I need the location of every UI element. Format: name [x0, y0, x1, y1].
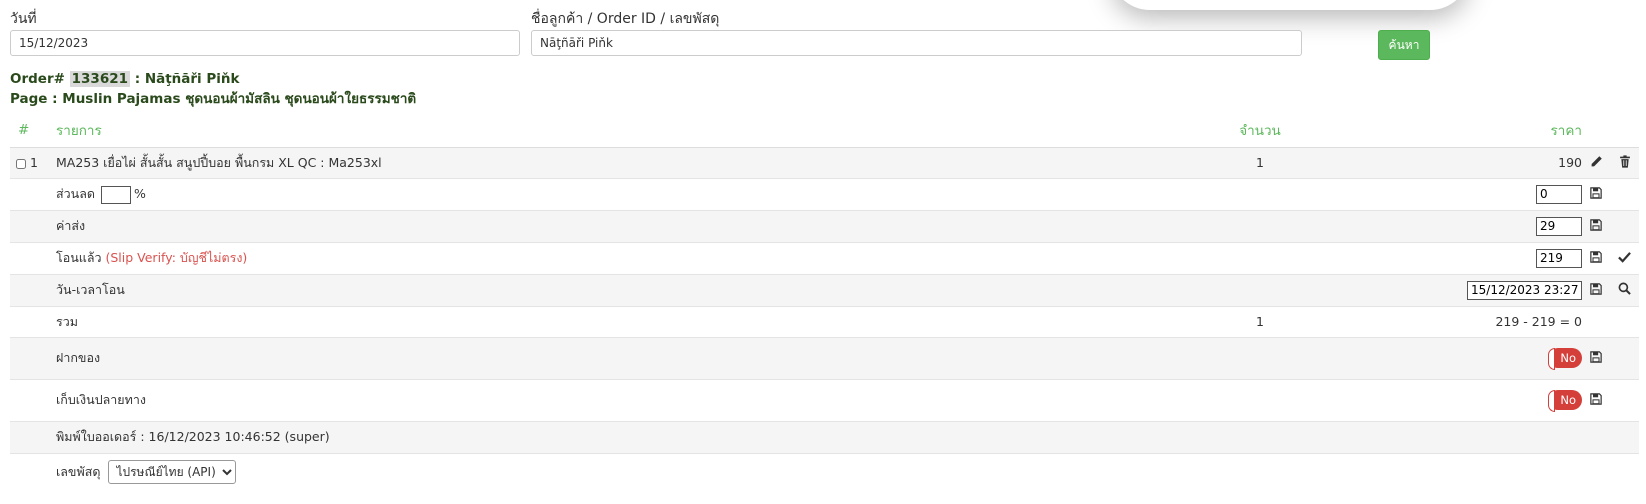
order-page: Page : Muslin Pajamas ชุดนอนผ้ามัสลิน ชุ… [10, 91, 417, 107]
total-value: 219 - 219 = 0 [1495, 314, 1582, 329]
item-qty: 1 [1256, 155, 1264, 170]
customer-label: ชื่อลูกค้า / Order ID / เลขพัสดุ [531, 11, 720, 27]
tracking-carrier-select[interactable]: ไปรษณีย์ไทย (API) [108, 460, 237, 485]
item-index: 1 [30, 155, 38, 170]
table-header: # รายการ จำนวน ราคา [10, 113, 1639, 148]
checkmark-icon[interactable] [1618, 251, 1631, 266]
deposit-toggle[interactable]: No [1548, 348, 1582, 370]
cod-toggle[interactable]: No [1548, 390, 1582, 412]
total-qty: 1 [1256, 314, 1264, 329]
pencil-icon[interactable] [1590, 155, 1603, 171]
table-row-transferred: โอนแล้ว (Slip Verify: บัญชีไม่ตรง) [10, 242, 1639, 274]
search-button[interactable]: ค้นหา [1378, 30, 1430, 60]
discount-label: ส่วนลด [56, 186, 95, 201]
shipping-label: ค่าส่ง [56, 218, 86, 233]
table-row-cod: เก็บเงินปลายทาง No [10, 379, 1639, 421]
table-row-discount: ส่วนลด% [10, 178, 1639, 210]
percent-sign: % [133, 186, 146, 201]
order-customer: : Nāţñāři Piňk [134, 71, 240, 87]
tracking-label: เลขพัสดุ [56, 464, 101, 480]
save-icon[interactable] [1590, 283, 1602, 298]
item-name: MA253 เยื่อไผ่ สั้นสั้น สนูปปี้บอย พื้นก… [56, 154, 382, 170]
save-icon[interactable] [1590, 393, 1602, 408]
save-icon[interactable] [1590, 187, 1602, 202]
deposit-label: ฝากของ [56, 350, 101, 365]
transfer-time-label: วัน-เวลาโอน [56, 282, 125, 297]
save-icon[interactable] [1590, 351, 1602, 366]
order-prefix: Order# [10, 71, 65, 87]
discount-percent-input[interactable] [100, 185, 131, 204]
slip-verify-note: (Slip Verify: บัญชีไม่ตรง) [105, 250, 248, 265]
table-row-printed: พิมพ์ใบออเดอร์ : 16/12/2023 10:46:52 (su… [10, 421, 1639, 453]
save-icon[interactable] [1590, 219, 1602, 234]
header-item: รายการ [56, 113, 1206, 148]
total-label: รวม [56, 313, 78, 329]
customer-search-input[interactable] [531, 30, 1302, 56]
table-row-total: รวม 1 219 - 219 = 0 [10, 306, 1639, 337]
header-num: # [10, 113, 56, 148]
order-id: 133621 [69, 71, 131, 87]
order-title: Order# 133621 : Nāţñāři Piňk [10, 69, 416, 89]
trash-icon[interactable] [1619, 155, 1631, 171]
date-input[interactable] [10, 30, 520, 56]
discount-value-input[interactable] [1536, 184, 1582, 204]
header-price: ราคา [1314, 113, 1582, 148]
table-row-shipping: ค่าส่ง [10, 210, 1639, 242]
printed-info: พิมพ์ใบออเดอร์ : 16/12/2023 10:46:52 (su… [56, 429, 330, 444]
search-icon[interactable] [1618, 282, 1631, 298]
save-icon[interactable] [1590, 251, 1602, 266]
transfer-datetime-input[interactable] [1467, 280, 1582, 300]
date-label: วันที่ [10, 11, 37, 27]
order-items-table: # รายการ จำนวน ราคา 1 MA253 เยื่อไผ่ สั้… [10, 113, 1639, 491]
table-row-deposit: ฝากของ No [10, 337, 1639, 379]
shipping-value-input[interactable] [1536, 216, 1582, 236]
header-spacer-1 [1582, 113, 1610, 148]
table-row-transfer-time: วัน-เวลาโอน [10, 274, 1639, 306]
table-row-item: 1 MA253 เยื่อไผ่ สั้นสั้น สนูปปี้บอย พื้… [10, 147, 1639, 178]
header-spacer-2 [1610, 113, 1639, 148]
table-row-tracking: เลขพัสดุ ไปรษณีย์ไทย (API) [10, 453, 1639, 491]
item-price: 190 [1558, 155, 1582, 170]
item-checkbox[interactable] [16, 158, 26, 169]
header-qty: จำนวน [1206, 113, 1314, 148]
search-bar: วันที่ ชื่อลูกค้า / Order ID / เลขพัสดุ … [10, 6, 1430, 60]
order-info: Order# 133621 : Nāţñāři Piňk Page : Musl… [10, 69, 416, 109]
transferred-value-input[interactable] [1536, 248, 1582, 268]
cod-label: เก็บเงินปลายทาง [56, 392, 146, 407]
transferred-label: โอนแล้ว [56, 250, 102, 265]
